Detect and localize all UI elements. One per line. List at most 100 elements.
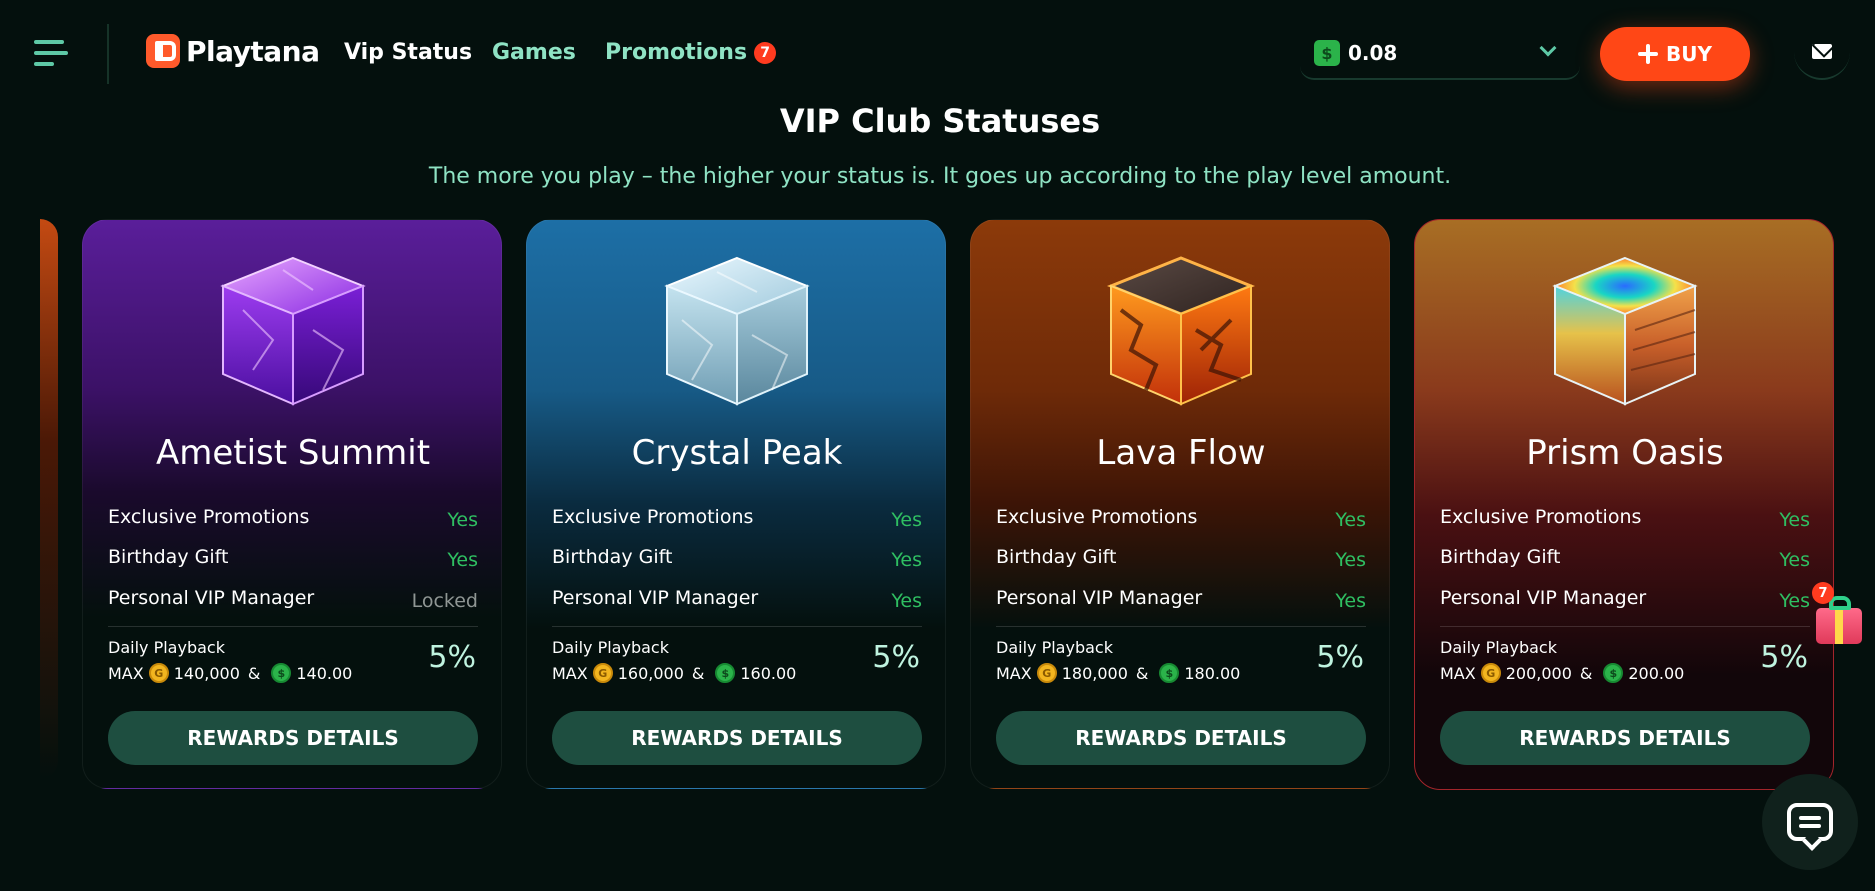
feature-label: Exclusive Promotions [552, 506, 754, 528]
page-subtitle: The more you play – the higher your stat… [428, 164, 1452, 189]
feature-value: Yes [1335, 590, 1366, 612]
buy-button[interactable]: BUY [1600, 27, 1750, 81]
feature-label: Birthday Gift [1440, 546, 1561, 568]
daily-playback-max: MAX G 160,000 & $ 160.00 [552, 663, 796, 683]
previous-vip-card-edge[interactable] [40, 219, 58, 779]
max-label: MAX [996, 663, 1032, 683]
feature-value: Yes [1779, 549, 1810, 571]
sweep-max-value: 140.00 [296, 663, 353, 683]
feature-row-birthday-gift: Birthday Gift Yes [552, 546, 922, 576]
ampersand: & [1579, 663, 1593, 683]
playback-percent: 5% [1760, 640, 1808, 675]
gold-max-value: 160,000 [617, 663, 684, 683]
gold-coin-icon: G [1036, 663, 1057, 683]
balance-value: 0.08 [1348, 41, 1398, 65]
gift-count-badge: 7 [1812, 582, 1834, 604]
sweep-coin-icon: $ [1159, 663, 1180, 683]
header-divider [107, 24, 109, 84]
feature-row-birthday-gift: Birthday Gift Yes [108, 546, 478, 576]
gift-widget[interactable]: 7 [1812, 582, 1868, 648]
card-divider [1440, 626, 1810, 627]
daily-playback-label: Daily Playback [1440, 638, 1557, 657]
feature-row-exclusive-promotions: Exclusive Promotions Yes [1440, 506, 1810, 536]
nav-games[interactable]: Games [492, 40, 576, 65]
feature-label: Exclusive Promotions [996, 506, 1198, 528]
playback-percent: 5% [428, 640, 476, 675]
rewards-details-button[interactable]: REWARDS DETAILS [1440, 711, 1810, 765]
gold-max-value: 140,000 [173, 663, 240, 683]
sweep-max-value: 160.00 [740, 663, 797, 683]
sweep-coin-icon: $ [1314, 40, 1340, 66]
feature-value-locked: Locked [411, 590, 478, 612]
balance-selector[interactable]: $ 0.08 [1300, 28, 1580, 80]
vip-level-name: Ametist Summit [155, 433, 431, 473]
vip-level-name: Lava Flow [1096, 433, 1266, 473]
feature-row-birthday-gift: Birthday Gift Yes [1440, 546, 1810, 576]
daily-playback-max: MAX G 180,000 & $ 180.00 [996, 663, 1240, 683]
rewards-details-button[interactable]: REWARDS DETAILS [552, 711, 922, 765]
card-divider [552, 626, 922, 627]
card-divider [996, 626, 1366, 627]
amethyst-cube-icon [213, 250, 373, 410]
chevron-down-icon [1539, 39, 1557, 57]
feature-value: Yes [1779, 509, 1810, 531]
feature-value: Yes [447, 549, 478, 571]
sweep-coin-icon: $ [715, 663, 736, 683]
feature-label: Personal VIP Manager [108, 587, 315, 609]
feature-value: Yes [447, 509, 478, 531]
playtana-logo-icon [146, 34, 180, 68]
ampersand: & [691, 663, 705, 683]
hamburger-menu-icon[interactable] [34, 38, 70, 70]
feature-label: Exclusive Promotions [1440, 506, 1642, 528]
daily-playback-label: Daily Playback [996, 638, 1113, 657]
sweep-coin-icon: $ [1603, 663, 1624, 683]
feature-row-vip-manager: Personal VIP Manager Yes [1440, 587, 1810, 617]
rewards-details-button[interactable]: REWARDS DETAILS [996, 711, 1366, 765]
vip-card-prism-oasis: Prism Oasis Exclusive Promotions Yes Bir… [1414, 219, 1834, 790]
gold-max-value: 180,000 [1061, 663, 1128, 683]
feature-label: Birthday Gift [108, 546, 229, 568]
feature-row-exclusive-promotions: Exclusive Promotions Yes [552, 506, 922, 536]
page-title: VIP Club Statuses [779, 102, 1101, 140]
gold-coin-icon: G [1480, 663, 1501, 683]
mail-button[interactable] [1794, 24, 1850, 80]
daily-playback-label: Daily Playback [108, 638, 225, 657]
brand-logo[interactable]: Playtana [146, 33, 320, 69]
daily-playback-max: MAX G 140,000 & $ 140.00 [108, 663, 352, 683]
feature-row-vip-manager: Personal VIP Manager Locked [108, 587, 478, 617]
nav-promotions-label: Promotions [605, 40, 748, 65]
feature-label: Personal VIP Manager [1440, 587, 1647, 609]
ampersand: & [1135, 663, 1149, 683]
feature-label: Birthday Gift [552, 546, 673, 568]
feature-row-birthday-gift: Birthday Gift Yes [996, 546, 1366, 576]
feature-value: Yes [891, 549, 922, 571]
vip-card-lava-flow: Lava Flow Exclusive Promotions Yes Birth… [970, 219, 1390, 789]
feature-row-exclusive-promotions: Exclusive Promotions Yes [996, 506, 1366, 536]
rewards-details-button[interactable]: REWARDS DETAILS [108, 711, 478, 765]
feature-row-vip-manager: Personal VIP Manager Yes [552, 587, 922, 617]
chat-icon [1787, 803, 1833, 841]
max-label: MAX [108, 663, 144, 683]
feature-label: Birthday Gift [996, 546, 1117, 568]
nav-promotions[interactable]: Promotions 7 [605, 40, 777, 65]
feature-label: Exclusive Promotions [108, 506, 310, 528]
gift-icon [1816, 608, 1862, 644]
ampersand: & [247, 663, 261, 683]
playback-percent: 5% [872, 640, 920, 675]
promotions-count-badge: 7 [754, 41, 777, 64]
feature-value: Yes [891, 590, 922, 612]
daily-playback-max: MAX G 200,000 & $ 200.00 [1440, 663, 1684, 683]
max-label: MAX [1440, 663, 1476, 683]
lava-cube-icon [1101, 250, 1261, 410]
feature-value: Yes [1335, 549, 1366, 571]
sweep-coin-icon: $ [271, 663, 292, 683]
nav-vip-status[interactable]: Vip Status [344, 40, 472, 65]
vip-level-name: Crystal Peak [631, 433, 843, 473]
max-label: MAX [552, 663, 588, 683]
feature-row-vip-manager: Personal VIP Manager Yes [996, 587, 1366, 617]
live-chat-button[interactable] [1762, 774, 1858, 870]
brand-name: Playtana [186, 34, 320, 68]
playback-percent: 5% [1316, 640, 1364, 675]
feature-label: Personal VIP Manager [996, 587, 1203, 609]
feature-value: Yes [1335, 509, 1366, 531]
